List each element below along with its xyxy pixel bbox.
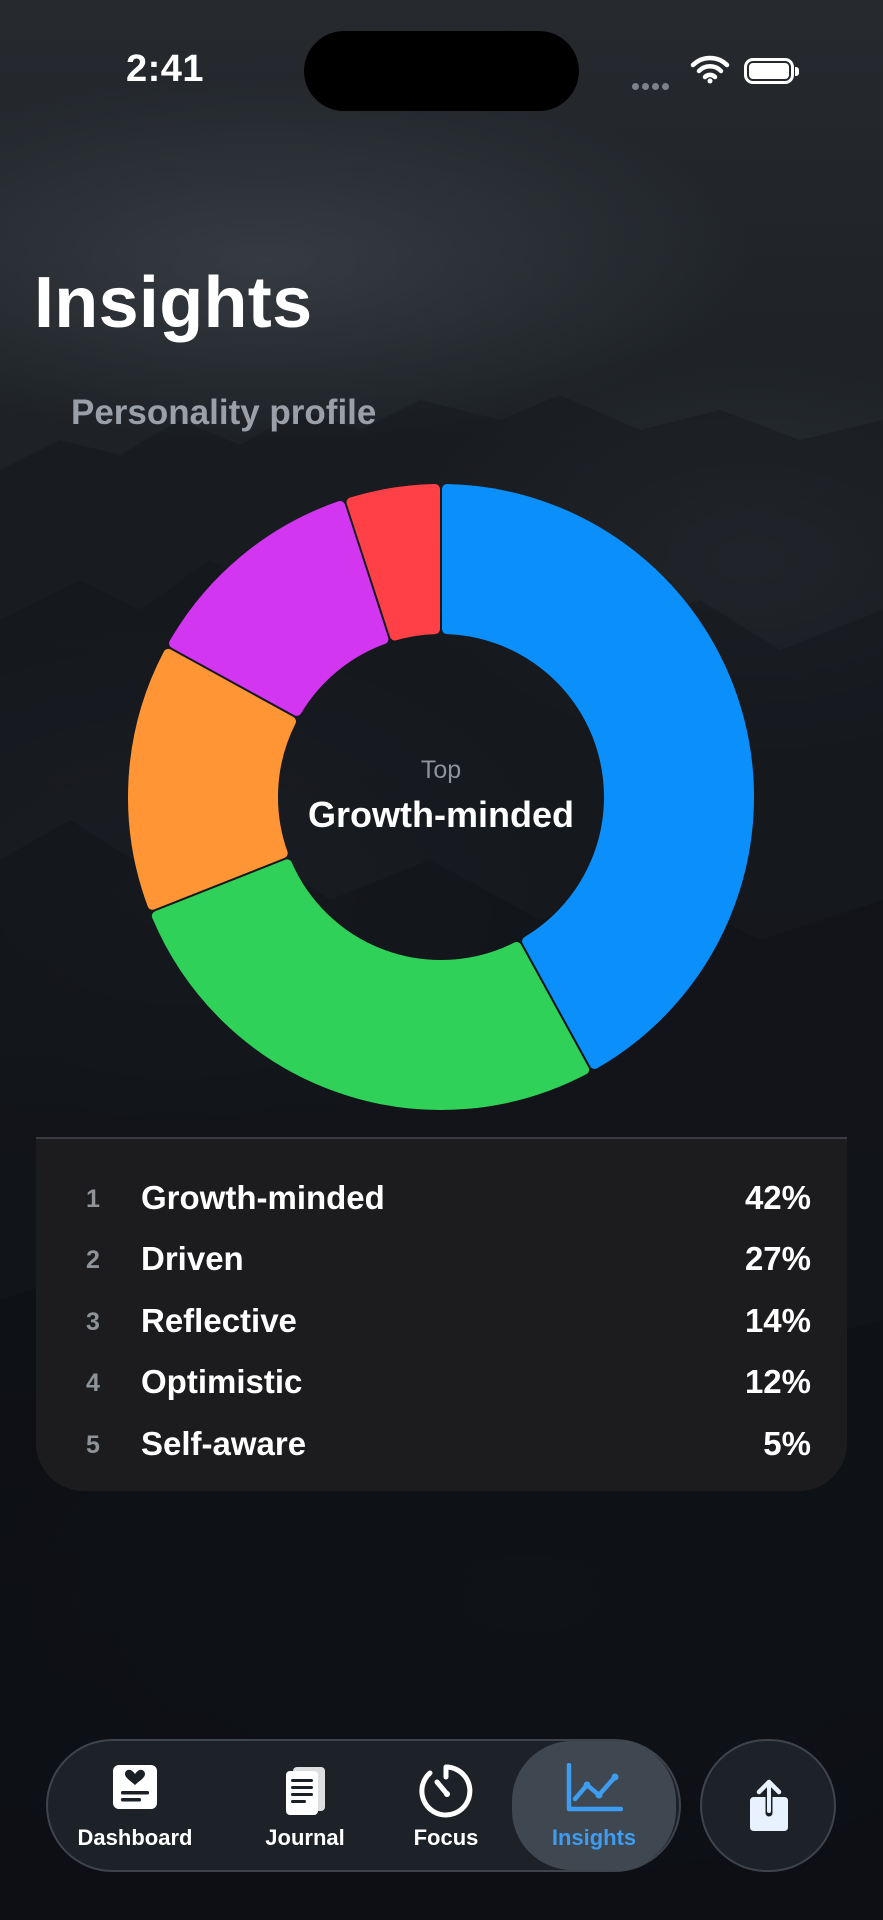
ranking-card: 1 Growth-minded 42% 2 Driven 27% 3 Refle…	[36, 1137, 847, 1491]
share-icon	[750, 1779, 788, 1831]
trait-name: Driven	[141, 1240, 244, 1277]
personality-donut-chart	[128, 484, 754, 1110]
tab-label: Focus	[413, 1825, 479, 1850]
trait-name: Growth-minded	[141, 1179, 385, 1216]
tab-label: Journal	[265, 1825, 345, 1850]
rank-number: 4	[86, 1369, 100, 1397]
ranking-row: 1 Growth-minded 42%	[36, 1175, 847, 1225]
rank-number: 2	[86, 1246, 100, 1274]
ranking-row: 5 Self-aware 5%	[36, 1421, 847, 1471]
tab-label: Dashboard	[77, 1825, 193, 1850]
donut-center-value: Growth-minded	[308, 794, 574, 835]
timer-icon	[419, 1764, 473, 1818]
donut-center-label: Top	[420, 756, 462, 784]
rank-number: 1	[86, 1185, 100, 1213]
trait-name: Optimistic	[141, 1363, 303, 1400]
share-button[interactable]	[700, 1739, 836, 1872]
tab-insights[interactable]: Insights	[512, 1741, 676, 1870]
tab-journal[interactable]: Journal	[235, 1741, 375, 1870]
trait-percent: 12%	[744, 1363, 811, 1400]
donut-slice-driven	[151, 859, 590, 1110]
journal-icon	[286, 1767, 325, 1815]
tab-focus[interactable]: Focus	[376, 1741, 516, 1870]
trait-percent: 5%	[763, 1425, 811, 1462]
trait-percent: 27%	[744, 1240, 811, 1277]
rank-number: 5	[86, 1431, 100, 1459]
trait-percent: 42%	[744, 1179, 811, 1216]
trait-percent: 14%	[744, 1302, 811, 1339]
trait-name: Self-aware	[141, 1425, 307, 1462]
ranking-row: 4 Optimistic 12%	[36, 1359, 847, 1409]
ranking-row: 2 Driven 27%	[36, 1236, 847, 1286]
tab-label: Insights	[551, 1825, 637, 1850]
tab-bar: Dashboard Journal Focus Insights	[46, 1739, 681, 1872]
tab-dashboard[interactable]: Dashboard	[60, 1741, 210, 1870]
chart-icon	[566, 1763, 623, 1812]
rank-number: 3	[86, 1308, 100, 1336]
trait-name: Reflective	[141, 1302, 297, 1339]
ranking-row: 3 Reflective 14%	[36, 1298, 847, 1348]
dashboard-icon	[113, 1765, 157, 1809]
